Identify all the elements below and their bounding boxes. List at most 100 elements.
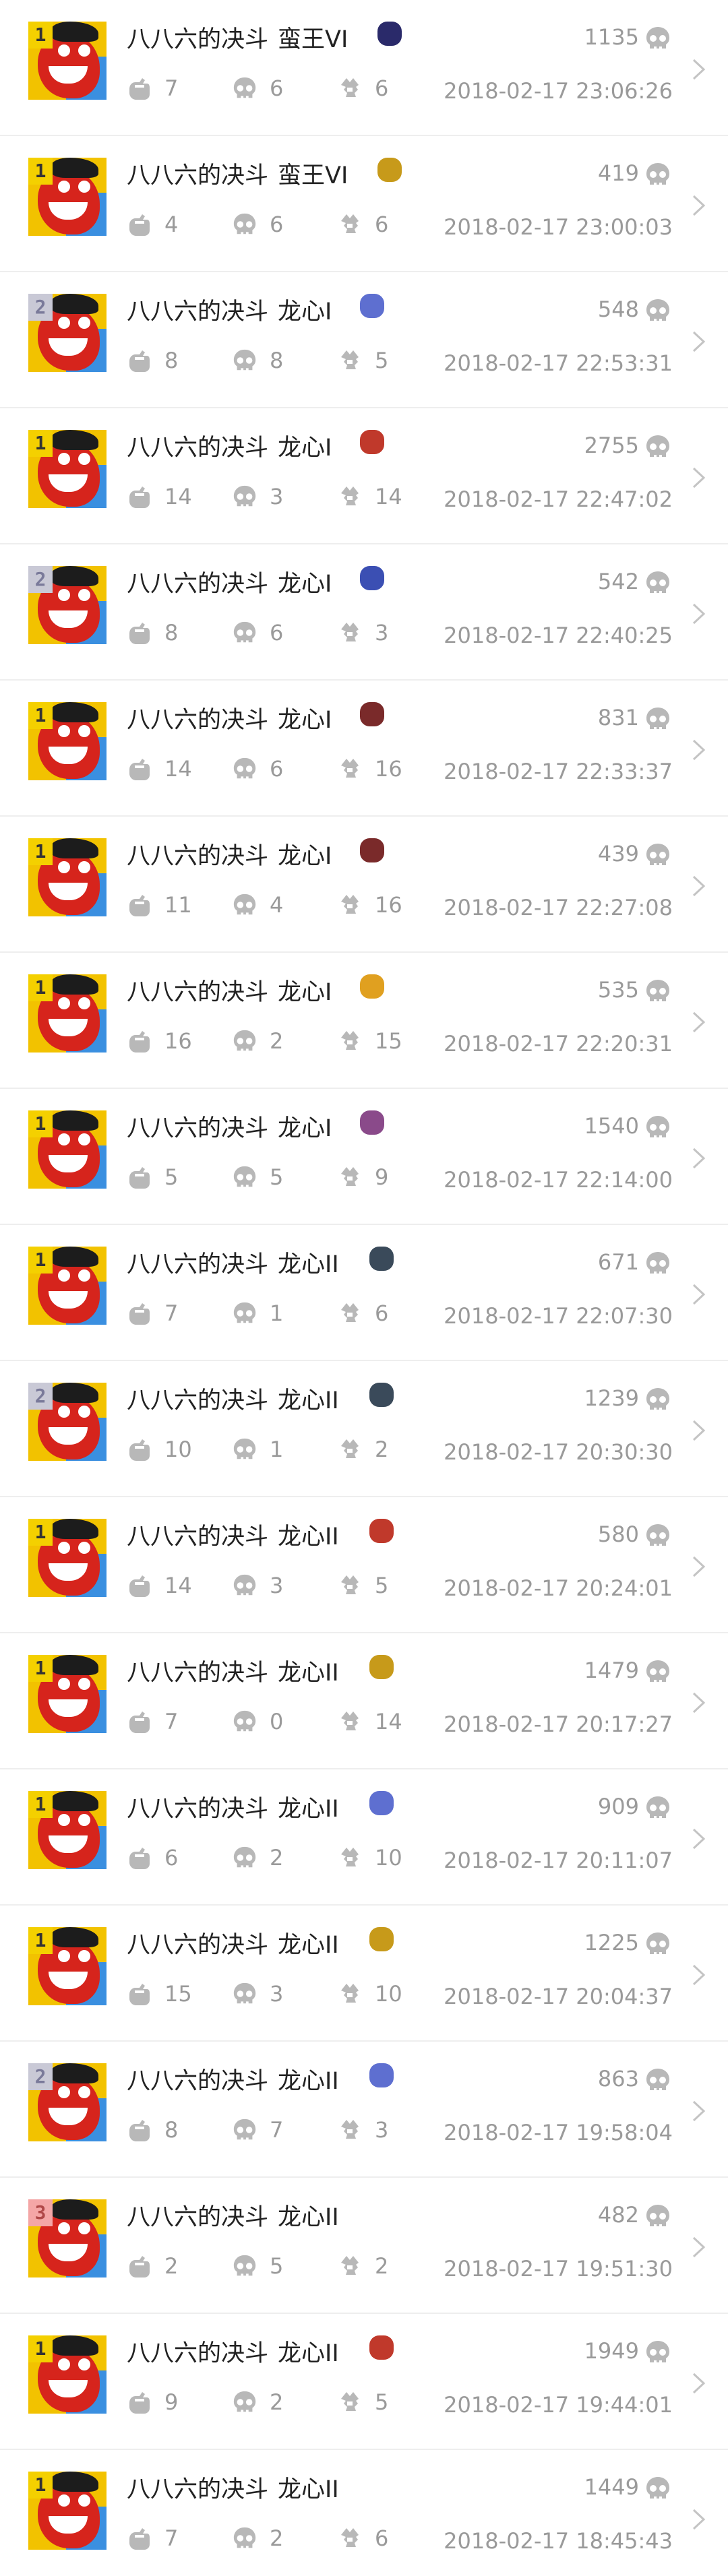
skull-icon [644,842,671,868]
chevron-right-icon[interactable] [690,330,708,353]
paw-icon [337,1845,363,1871]
placement-rank: 2 [28,294,53,321]
placement-rank: 3 [28,2199,53,2226]
tier-name: 龙心II [278,2204,339,2231]
avatar-eye [58,181,70,193]
match-score: 1540 [584,1113,639,1139]
match-timestamp: 2018-02-17 22:14:00 [444,1167,673,1193]
assists-stat: 16 [337,892,402,918]
chevron-right-icon[interactable] [690,602,708,625]
game-mode: 八八六的决斗 [127,843,269,870]
skull-icon [644,1114,671,1140]
paw-icon [337,1981,363,2007]
chevron-right-icon[interactable] [690,1827,708,1850]
chevron-right-icon[interactable] [690,1691,708,1714]
chevron-right-icon[interactable] [690,2236,708,2259]
hero-badge-icon [355,697,390,732]
match-title: 八八六的决斗 龙心II [127,2470,339,2505]
match-row[interactable]: 1 八八六的决斗 龙心I 1540 5 5 9 2018-02-17 22:14… [0,1089,728,1225]
deaths-stat: 1 [232,1437,283,1462]
assists-stat: 2 [337,1437,388,1462]
kills-value: 9 [164,2389,179,2415]
match-row[interactable]: 2 八八六的决斗 龙心II 1239 10 1 2 2018-02-17 20:… [0,1361,728,1497]
skull-icon [644,1795,671,1821]
kills-stat: 7 [127,1709,178,1734]
match-row[interactable]: 2 八八六的决斗 龙心II 863 8 7 3 2018-02-17 19:58… [0,2042,728,2178]
hero-avatar: 1 [28,1247,107,1325]
hero-avatar: 2 [28,294,107,372]
avatar-eye [58,1542,70,1554]
avatar-eye [58,1269,70,1282]
match-row[interactable]: 1 八八六的决斗 蛮王VI 419 4 6 6 2018-02-17 23:00… [0,136,728,272]
match-row[interactable]: 2 八八六的决斗 龙心I 548 8 8 5 2018-02-17 22:53:… [0,272,728,408]
deaths-stat: 4 [232,892,283,918]
deaths-stat: 8 [232,348,283,373]
match-score: 1479 [584,1658,639,1683]
match-row[interactable]: 1 八八六的决斗 龙心II 1949 9 2 5 2018-02-17 19:4… [0,2314,728,2450]
avatar-eye [78,2358,90,2370]
deaths-value: 6 [270,620,284,646]
deaths-value: 1 [270,1300,284,1326]
hero-badge-icon [364,2058,399,2093]
kills-value: 5 [164,1164,179,1190]
skull-icon [232,1845,257,1871]
hero-avatar: 2 [28,2063,107,2141]
chevron-right-icon[interactable] [690,1147,708,1170]
kills-value: 14 [164,1573,192,1598]
assists-value: 9 [375,1164,389,1190]
match-row[interactable]: 1 八八六的决斗 龙心II 909 6 2 10 2018-02-17 20:1… [0,1769,728,1906]
chevron-right-icon[interactable] [690,739,708,761]
match-row[interactable]: 1 八八六的决斗 龙心II 1449 7 2 6 2018-02-17 18:4… [0,2450,728,2576]
hero-avatar: 1 [28,974,107,1053]
match-row[interactable]: 1 八八六的决斗 龙心I 535 16 2 15 2018-02-17 22:2… [0,953,728,1089]
deaths-value: 0 [270,1709,284,1734]
match-row[interactable]: 1 八八六的决斗 龙心II 1479 7 0 14 2018-02-17 20:… [0,1633,728,1769]
assists-stat: 6 [337,75,388,101]
chevron-right-icon[interactable] [690,194,708,217]
match-row[interactable]: 1 八八六的决斗 龙心II 580 14 3 5 2018-02-17 20:2… [0,1497,728,1633]
chevron-right-icon[interactable] [690,58,708,81]
skull-icon [232,1709,257,1734]
assists-stat: 16 [337,756,402,782]
chevron-right-icon[interactable] [690,2372,708,2395]
deaths-stat: 5 [232,2253,283,2279]
match-row[interactable]: 1 八八六的决斗 龙心I 2755 14 3 14 2018-02-17 22:… [0,408,728,544]
kills-stat: 14 [127,484,192,509]
match-row[interactable]: 2 八八六的决斗 龙心I 542 8 6 3 2018-02-17 22:40:… [0,544,728,681]
chevron-right-icon[interactable] [690,466,708,489]
deaths-stat: 2 [232,1028,283,1054]
match-title: 八八六的决斗 龙心I [127,973,332,1007]
match-row[interactable]: 1 八八六的决斗 龙心II 671 7 1 6 2018-02-17 22:07… [0,1225,728,1361]
match-title: 八八六的决斗 龙心I [127,429,332,463]
match-row[interactable]: 1 八八六的决斗 龙心I 831 14 6 16 2018-02-17 22:3… [0,681,728,817]
game-mode: 八八六的决斗 [127,1660,269,1687]
assists-stat: 10 [337,1845,402,1871]
match-score: 2755 [584,433,639,458]
match-score: 831 [597,705,639,730]
match-row[interactable]: 3 八八六的决斗 龙心II 482 2 5 2 2018-02-17 19:51… [0,2178,728,2314]
chevron-right-icon[interactable] [690,875,708,898]
chevron-right-icon[interactable] [690,2100,708,2123]
deaths-stat: 6 [232,75,283,101]
sword-hand-icon [127,2389,152,2415]
sword-hand-icon [127,1573,152,1598]
chevron-right-icon[interactable] [690,1283,708,1306]
match-row[interactable]: 1 八八六的决斗 龙心II 1225 15 3 10 2018-02-17 20… [0,1906,728,2042]
match-row[interactable]: 1 八八六的决斗 蛮王VI 1135 7 6 6 2018-02-17 23:0… [0,0,728,136]
match-timestamp: 2018-02-17 22:47:02 [444,486,673,512]
chevron-right-icon[interactable] [690,2508,708,2531]
match-row[interactable]: 1 八八六的决斗 龙心I 439 11 4 16 2018-02-17 22:2… [0,817,728,953]
deaths-value: 3 [270,484,284,509]
avatar-eye [58,44,70,57]
kills-value: 8 [164,2117,179,2143]
deaths-value: 5 [270,1164,284,1190]
deaths-value: 3 [270,1573,284,1598]
chevron-right-icon[interactable] [690,1011,708,1034]
match-score: 482 [597,2202,639,2228]
chevron-right-icon[interactable] [690,1964,708,1986]
chevron-right-icon[interactable] [690,1419,708,1442]
kills-stat: 11 [127,892,192,918]
game-mode: 八八六的决斗 [127,2476,269,2503]
chevron-right-icon[interactable] [690,1555,708,1578]
match-timestamp: 2018-02-17 22:40:25 [444,623,673,648]
